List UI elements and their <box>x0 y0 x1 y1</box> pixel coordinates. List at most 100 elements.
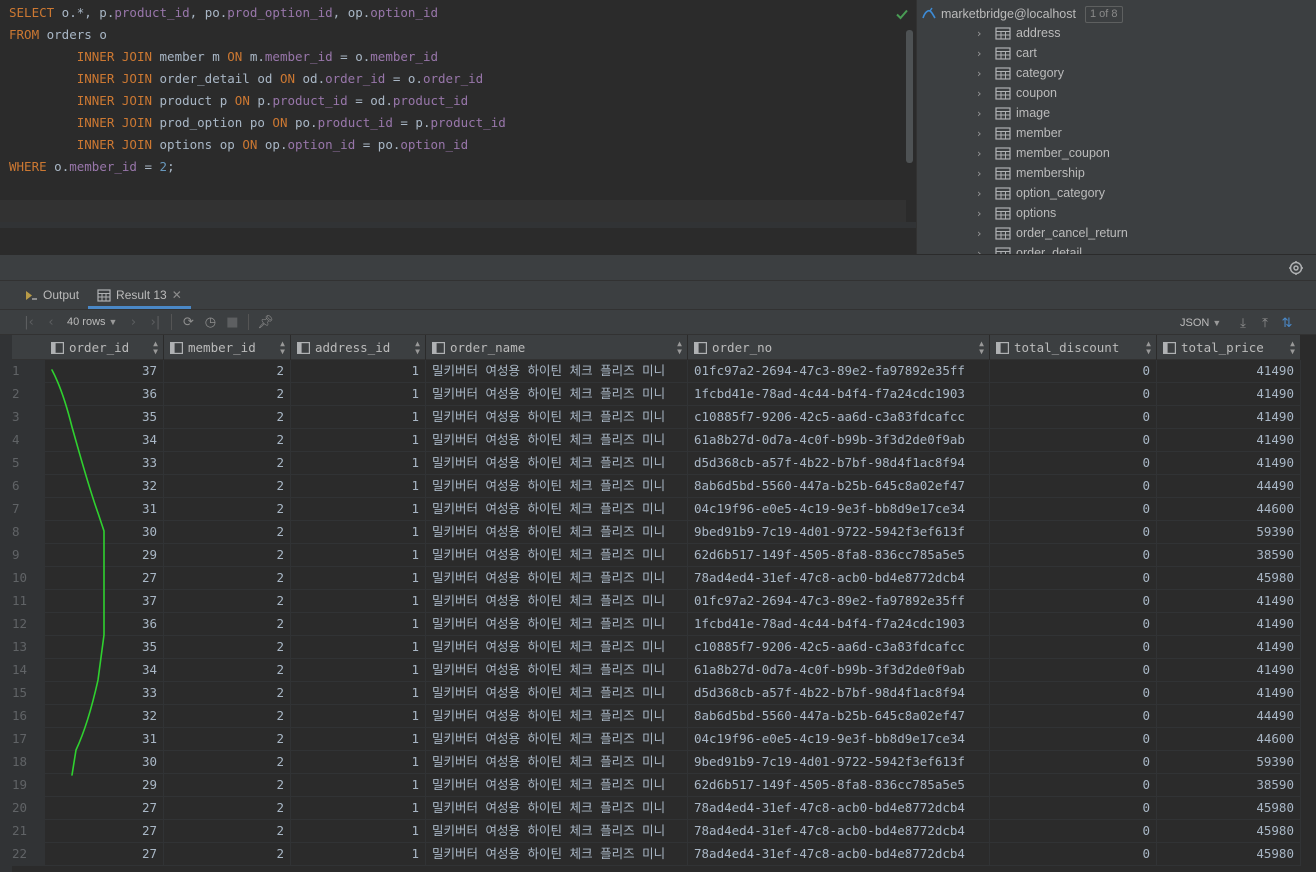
column-header-address-id[interactable]: address_id ▲ ▼ <box>291 335 426 360</box>
tree-item-options[interactable]: › options <box>977 203 1128 223</box>
table-cell[interactable]: 1fcbd41e-78ad-4c44-b4f4-f7a24cdc1903 <box>688 383 990 405</box>
tree-item-member-coupon[interactable]: › member_coupon <box>977 143 1128 163</box>
table-cell[interactable]: 2 <box>164 728 291 750</box>
code-line[interactable]: INNER JOIN product p ON p.product_id = o… <box>0 90 906 112</box>
table-row[interactable]: 15 33 2 1 밀키버터 여성용 하이틴 체크 플리즈 미니 d5d368cb-a57… <box>0 682 1301 705</box>
table-cell[interactable]: 0 <box>990 728 1157 750</box>
table-cell[interactable]: 41490 <box>1157 613 1301 635</box>
table-cell[interactable]: 8ab6d5bd-5560-447a-b25b-645c8a02ef47 <box>688 705 990 727</box>
tree-item-order-detail[interactable]: › order_detail <box>977 243 1128 254</box>
table-cell[interactable]: 62d6b517-149f-4505-8fa8-836cc785a5e5 <box>688 774 990 796</box>
table-cell[interactable]: 27 <box>45 820 164 842</box>
table-cell[interactable]: 1 <box>291 705 426 727</box>
table-cell[interactable]: 59390 <box>1157 521 1301 543</box>
table-row[interactable]: 17 31 2 1 밀키버터 여성용 하이틴 체크 플리즈 미니 04c19f96-e0e… <box>0 728 1301 751</box>
table-cell[interactable]: 2 <box>164 751 291 773</box>
table-row[interactable]: 12 36 2 1 밀키버터 여성용 하이틴 체크 플리즈 미니 1fcbd41e-78a… <box>0 613 1301 636</box>
table-cell[interactable]: 31 <box>45 728 164 750</box>
table-cell[interactable]: 0 <box>990 705 1157 727</box>
table-cell[interactable]: 1 <box>291 360 426 382</box>
table-cell[interactable]: 35 <box>45 406 164 428</box>
table-cell[interactable]: 36 <box>45 383 164 405</box>
table-cell[interactable]: 밀키버터 여성용 하이틴 체크 플리즈 미니 <box>426 659 688 681</box>
sort-icon[interactable]: ▲ ▼ <box>979 339 984 356</box>
code-line[interactable]: SELECT o.*, p.product_id, po.prod_option… <box>0 2 906 24</box>
table-cell[interactable]: 1 <box>291 820 426 842</box>
table-cell[interactable]: 0 <box>990 613 1157 635</box>
table-cell[interactable]: 34 <box>45 429 164 451</box>
table-cell[interactable]: 45980 <box>1157 820 1301 842</box>
table-cell[interactable]: 2 <box>164 613 291 635</box>
table-cell[interactable]: 1 <box>291 498 426 520</box>
close-icon[interactable]: ✕ <box>172 288 182 302</box>
table-cell[interactable]: 밀키버터 여성용 하이틴 체크 플리즈 미니 <box>426 820 688 842</box>
table-cell[interactable]: 1 <box>291 728 426 750</box>
table-cell[interactable]: 2 <box>164 429 291 451</box>
table-row[interactable]: 8 30 2 1 밀키버터 여성용 하이틴 체크 플리즈 미니 9bed91b9-7c19… <box>0 521 1301 544</box>
table-cell[interactable]: 01fc97a2-2694-47c3-89e2-fa97892e35ff <box>688 590 990 612</box>
table-cell[interactable]: 밀키버터 여성용 하이틴 체크 플리즈 미니 <box>426 682 688 704</box>
table-cell[interactable]: 2 <box>164 383 291 405</box>
table-cell[interactable]: 1 <box>291 521 426 543</box>
stop-icon[interactable]: ■ <box>221 311 243 333</box>
table-cell[interactable]: 45980 <box>1157 797 1301 819</box>
table-cell[interactable]: 0 <box>990 521 1157 543</box>
table-cell[interactable]: 0 <box>990 659 1157 681</box>
code-line[interactable]: FROM orders o <box>0 24 906 46</box>
table-cell[interactable]: 2 <box>164 705 291 727</box>
code-line[interactable]: INNER JOIN prod_option po ON po.product_… <box>0 112 906 134</box>
tree-item-category[interactable]: › category <box>977 63 1128 83</box>
format-select[interactable]: JSON ▼ <box>1180 312 1221 334</box>
table-row[interactable]: 1 37 2 1 밀키버터 여성용 하이틴 체크 플리즈 미니 01fc97a2-2694… <box>0 360 1301 383</box>
table-cell[interactable]: 44600 <box>1157 498 1301 520</box>
table-cell[interactable]: 밀키버터 여성용 하이틴 체크 플리즈 미니 <box>426 498 688 520</box>
table-cell[interactable]: 31 <box>45 498 164 520</box>
chevron-right-icon[interactable]: › <box>977 107 995 120</box>
code-line[interactable]: WHERE o.member_id = 2; <box>0 156 906 178</box>
table-cell[interactable]: 33 <box>45 452 164 474</box>
table-cell[interactable]: 41490 <box>1157 383 1301 405</box>
table-cell[interactable]: 2 <box>164 636 291 658</box>
table-cell[interactable]: 27 <box>45 843 164 865</box>
column-header-total-price[interactable]: total_price ▲ ▼ <box>1157 335 1301 360</box>
table-cell[interactable]: 2 <box>164 774 291 796</box>
table-row[interactable]: 11 37 2 1 밀키버터 여성용 하이틴 체크 플리즈 미니 01fc97a2-269… <box>0 590 1301 613</box>
table-row[interactable]: 14 34 2 1 밀키버터 여성용 하이틴 체크 플리즈 미니 61a8b27d-0d7… <box>0 659 1301 682</box>
chevron-right-icon[interactable]: › <box>977 187 995 200</box>
chevron-right-icon[interactable]: › <box>977 167 995 180</box>
table-cell[interactable]: 2 <box>164 590 291 612</box>
table-cell[interactable]: 61a8b27d-0d7a-4c0f-b99b-3f3d2de0f9ab <box>688 429 990 451</box>
table-cell[interactable]: 0 <box>990 429 1157 451</box>
table-cell[interactable]: 2 <box>164 475 291 497</box>
table-cell[interactable]: 41490 <box>1157 360 1301 382</box>
table-cell[interactable]: 34 <box>45 659 164 681</box>
table-cell[interactable]: 0 <box>990 383 1157 405</box>
table-cell[interactable]: 38590 <box>1157 774 1301 796</box>
chevron-right-icon[interactable]: › <box>977 207 995 220</box>
tree-item-coupon[interactable]: › coupon <box>977 83 1128 103</box>
chevron-right-icon[interactable]: › <box>977 47 995 60</box>
table-cell[interactable]: 04c19f96-e0e5-4c19-9e3f-bb8d9e17ce34 <box>688 728 990 750</box>
table-cell[interactable]: 1 <box>291 383 426 405</box>
table-cell[interactable]: 밀키버터 여성용 하이틴 체크 플리즈 미니 <box>426 613 688 635</box>
tree-item-membership[interactable]: › membership <box>977 163 1128 183</box>
table-cell[interactable]: 2 <box>164 498 291 520</box>
column-header-order-name[interactable]: order_name ▲ ▼ <box>426 335 688 360</box>
table-cell[interactable]: 33 <box>45 682 164 704</box>
table-cell[interactable]: 밀키버터 여성용 하이틴 체크 플리즈 미니 <box>426 590 688 612</box>
table-cell[interactable]: 41490 <box>1157 682 1301 704</box>
table-cell[interactable]: 0 <box>990 544 1157 566</box>
table-cell[interactable]: 37 <box>45 590 164 612</box>
table-cell[interactable]: 59390 <box>1157 751 1301 773</box>
table-cell[interactable]: 8ab6d5bd-5560-447a-b25b-645c8a02ef47 <box>688 475 990 497</box>
sort-icon[interactable]: ▲ ▼ <box>1290 339 1295 356</box>
table-cell[interactable]: 0 <box>990 774 1157 796</box>
table-row[interactable]: 3 35 2 1 밀키버터 여성용 하이틴 체크 플리즈 미니 c10885f7-9206… <box>0 406 1301 429</box>
table-cell[interactable]: 41490 <box>1157 636 1301 658</box>
column-header-order-id[interactable]: order_id ▲ ▼ <box>45 335 164 360</box>
table-row[interactable]: 4 34 2 1 밀키버터 여성용 하이틴 체크 플리즈 미니 61a8b27d-0d7a… <box>0 429 1301 452</box>
table-row[interactable]: 9 29 2 1 밀키버터 여성용 하이틴 체크 플리즈 미니 62d6b517-149f… <box>0 544 1301 567</box>
table-row[interactable]: 21 27 2 1 밀키버터 여성용 하이틴 체크 플리즈 미니 78ad4ed4-31e… <box>0 820 1301 843</box>
prev-page-icon[interactable]: ‹ <box>40 311 62 333</box>
tree-item-order-cancel-return[interactable]: › order_cancel_return <box>977 223 1128 243</box>
